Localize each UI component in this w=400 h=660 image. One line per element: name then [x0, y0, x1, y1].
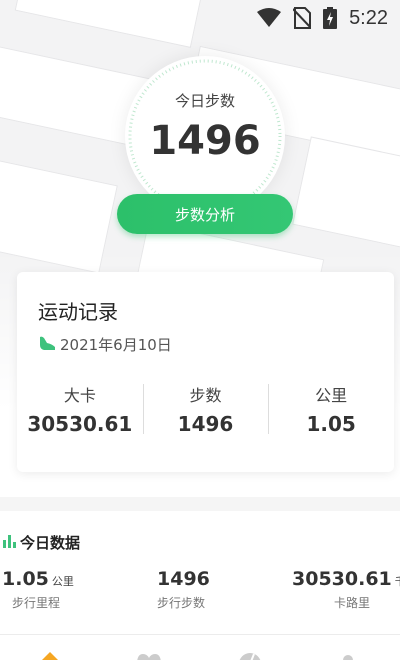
today-value: 1.05	[2, 568, 49, 590]
today-unit: 千	[395, 575, 400, 588]
profile-icon[interactable]	[340, 649, 356, 660]
shoe-icon	[38, 335, 56, 355]
record-title: 运动记录	[38, 300, 118, 324]
no-sim-icon	[293, 7, 312, 29]
record-stats: 大卡 30530.61 步数 1496 公里 1.05	[17, 382, 394, 436]
step-counter-circle[interactable]: 今日步数 1496	[125, 56, 285, 216]
record-date: 2021年6月10日	[60, 336, 172, 354]
stat-steps: 步数 1496	[142, 382, 269, 436]
status-bar: 5:22	[0, 0, 400, 36]
stat-value: 1.05	[306, 412, 356, 436]
today-data-header: 今日数据	[2, 532, 80, 553]
chart-pie-icon[interactable]	[238, 649, 262, 660]
step-analysis-button[interactable]: 步数分析	[117, 194, 293, 234]
stat-value: 1496	[177, 412, 234, 436]
exercise-record-card[interactable]: 运动记录 2021年6月10日 大卡 30530.61 步数 1496 公里 1…	[17, 272, 394, 472]
home-icon[interactable]	[38, 649, 62, 660]
bottom-tab-bar	[0, 634, 400, 660]
battery-charging-icon	[323, 7, 338, 29]
stat-calories: 大卡 30530.61	[17, 382, 143, 436]
stat-distance: 公里 1.05	[268, 382, 394, 436]
stat-label: 公里	[315, 386, 348, 405]
bar-chart-icon	[2, 534, 16, 552]
today-data-title: 今日数据	[20, 534, 81, 552]
today-steps: 1496 步行步数	[157, 568, 210, 611]
status-time: 5:22	[349, 6, 388, 29]
today-desc: 卡路里	[334, 596, 371, 610]
today-desc: 步行步数	[157, 596, 206, 610]
today-calories: 30530.61千 卡路里	[292, 568, 400, 611]
record-date-row: 2021年6月10日	[38, 334, 172, 355]
stat-label: 步数	[189, 386, 222, 405]
stat-label: 大卡	[63, 386, 96, 405]
stat-value: 30530.61	[27, 412, 133, 436]
today-value: 1496	[157, 568, 210, 590]
step-label: 今日步数	[174, 92, 235, 110]
heart-icon[interactable]	[136, 649, 162, 660]
step-count: 1496	[149, 118, 261, 164]
today-value: 30530.61	[292, 568, 392, 590]
today-data-row: 1.05公里 步行里程 1496 步行步数 30530.61千 卡路里	[0, 568, 400, 618]
today-unit: 公里	[51, 575, 74, 588]
today-distance: 1.05 公里 步行里程	[2, 568, 74, 611]
today-desc: 步行里程	[12, 596, 61, 610]
section-divider	[0, 497, 400, 511]
wifi-icon	[257, 8, 282, 28]
